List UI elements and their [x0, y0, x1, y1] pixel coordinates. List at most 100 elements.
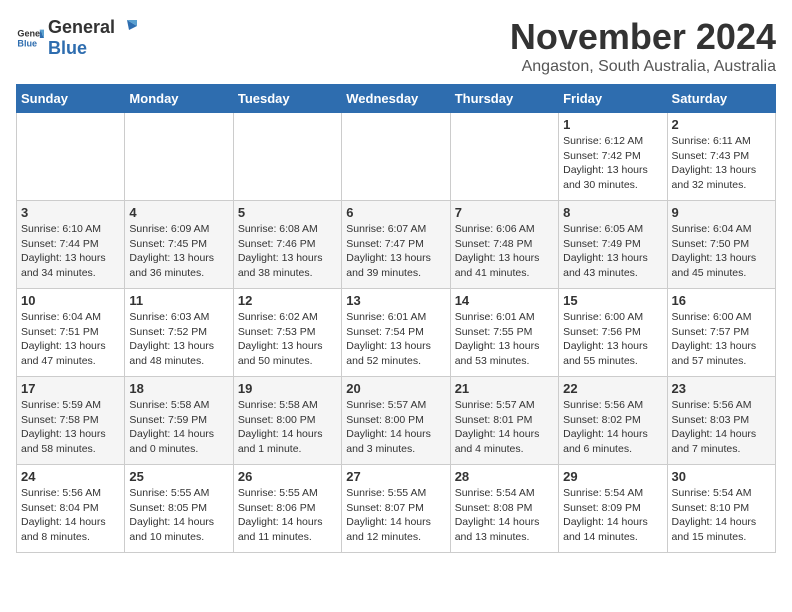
- calendar-cell: [17, 113, 125, 201]
- day-info: Sunrise: 5:57 AM Sunset: 8:01 PM Dayligh…: [455, 398, 554, 457]
- day-number: 23: [672, 381, 771, 396]
- day-info: Sunrise: 6:02 AM Sunset: 7:53 PM Dayligh…: [238, 310, 337, 369]
- calendar-cell: 6 Sunrise: 6:07 AM Sunset: 7:47 PM Daylig…: [342, 201, 450, 289]
- day-info: Sunrise: 5:54 AM Sunset: 8:10 PM Dayligh…: [672, 486, 771, 545]
- header-day-monday: Monday: [125, 85, 233, 113]
- logo-icon: General Blue: [16, 24, 44, 52]
- calendar-cell: 22 Sunrise: 5:56 AM Sunset: 8:02 PM Dayli…: [559, 377, 667, 465]
- day-number: 18: [129, 381, 228, 396]
- day-number: 24: [21, 469, 120, 484]
- day-number: 1: [563, 117, 662, 132]
- calendar-header-row: SundayMondayTuesdayWednesdayThursdayFrid…: [17, 85, 776, 113]
- day-number: 19: [238, 381, 337, 396]
- calendar-cell: 17Sunrise: 5:59 AM Sunset: 7:58 PM Dayli…: [17, 377, 125, 465]
- day-number: 3: [21, 205, 120, 220]
- calendar-cell: 29 Sunrise: 5:54 AM Sunset: 8:09 PM Dayli…: [559, 465, 667, 553]
- day-info: Sunrise: 6:00 AM Sunset: 7:56 PM Dayligh…: [563, 310, 662, 369]
- day-info: Sunrise: 5:55 AM Sunset: 8:06 PM Dayligh…: [238, 486, 337, 545]
- calendar-cell: 21 Sunrise: 5:57 AM Sunset: 8:01 PM Dayli…: [450, 377, 558, 465]
- calendar-cell: 12 Sunrise: 6:02 AM Sunset: 7:53 PM Dayli…: [233, 289, 341, 377]
- logo-bird-icon: [115, 16, 137, 38]
- calendar-cell: 1 Sunrise: 6:12 AM Sunset: 7:42 PM Daylig…: [559, 113, 667, 201]
- svg-text:Blue: Blue: [17, 38, 37, 48]
- title-area: November 2024 Angaston, South Australia,…: [510, 16, 776, 76]
- day-info: Sunrise: 5:58 AM Sunset: 7:59 PM Dayligh…: [129, 398, 228, 457]
- day-info: Sunrise: 5:57 AM Sunset: 8:00 PM Dayligh…: [346, 398, 445, 457]
- day-info: Sunrise: 6:01 AM Sunset: 7:55 PM Dayligh…: [455, 310, 554, 369]
- calendar-cell: 18 Sunrise: 5:58 AM Sunset: 7:59 PM Dayli…: [125, 377, 233, 465]
- header-day-saturday: Saturday: [667, 85, 775, 113]
- day-number: 7: [455, 205, 554, 220]
- calendar-cell: 4Sunrise: 6:09 AM Sunset: 7:45 PM Daylig…: [125, 201, 233, 289]
- day-info: Sunrise: 6:06 AM Sunset: 7:48 PM Dayligh…: [455, 222, 554, 281]
- day-number: 28: [455, 469, 554, 484]
- calendar-cell: 15 Sunrise: 6:00 AM Sunset: 7:56 PM Dayli…: [559, 289, 667, 377]
- day-info: Sunrise: 6:05 AM Sunset: 7:49 PM Dayligh…: [563, 222, 662, 281]
- calendar-cell: 9 Sunrise: 6:04 AM Sunset: 7:50 PM Daylig…: [667, 201, 775, 289]
- day-info: Sunrise: 6:11 AM Sunset: 7:43 PM Dayligh…: [672, 134, 771, 193]
- day-number: 30: [672, 469, 771, 484]
- calendar-cell: 10Sunrise: 6:04 AM Sunset: 7:51 PM Dayli…: [17, 289, 125, 377]
- calendar-table: SundayMondayTuesdayWednesdayThursdayFrid…: [16, 84, 776, 553]
- calendar-cell: 13Sunrise: 6:01 AM Sunset: 7:54 PM Dayli…: [342, 289, 450, 377]
- day-info: Sunrise: 6:00 AM Sunset: 7:57 PM Dayligh…: [672, 310, 771, 369]
- day-number: 14: [455, 293, 554, 308]
- day-info: Sunrise: 5:58 AM Sunset: 8:00 PM Dayligh…: [238, 398, 337, 457]
- day-number: 10: [21, 293, 120, 308]
- calendar-cell: 24 Sunrise: 5:56 AM Sunset: 8:04 PM Dayli…: [17, 465, 125, 553]
- day-info: Sunrise: 5:55 AM Sunset: 8:05 PM Dayligh…: [129, 486, 228, 545]
- day-info: Sunrise: 5:59 AM Sunset: 7:58 PM Dayligh…: [21, 398, 120, 457]
- day-number: 11: [129, 293, 228, 308]
- day-number: 6: [346, 205, 445, 220]
- month-title: November 2024: [510, 16, 776, 58]
- calendar-cell: 7 Sunrise: 6:06 AM Sunset: 7:48 PM Daylig…: [450, 201, 558, 289]
- calendar-cell: [233, 113, 341, 201]
- calendar-cell: [450, 113, 558, 201]
- day-info: Sunrise: 5:56 AM Sunset: 8:04 PM Dayligh…: [21, 486, 120, 545]
- calendar-cell: 11 Sunrise: 6:03 AM Sunset: 7:52 PM Dayli…: [125, 289, 233, 377]
- day-info: Sunrise: 6:12 AM Sunset: 7:42 PM Dayligh…: [563, 134, 662, 193]
- day-info: Sunrise: 5:56 AM Sunset: 8:03 PM Dayligh…: [672, 398, 771, 457]
- day-number: 9: [672, 205, 771, 220]
- calendar-cell: 16Sunrise: 6:00 AM Sunset: 7:57 PM Dayli…: [667, 289, 775, 377]
- calendar-cell: 26 Sunrise: 5:55 AM Sunset: 8:06 PM Dayli…: [233, 465, 341, 553]
- header-day-tuesday: Tuesday: [233, 85, 341, 113]
- day-number: 27: [346, 469, 445, 484]
- day-info: Sunrise: 6:04 AM Sunset: 7:50 PM Dayligh…: [672, 222, 771, 281]
- logo-blue-text: Blue: [48, 38, 87, 58]
- calendar-cell: 8 Sunrise: 6:05 AM Sunset: 7:49 PM Daylig…: [559, 201, 667, 289]
- calendar-cell: 14 Sunrise: 6:01 AM Sunset: 7:55 PM Dayli…: [450, 289, 558, 377]
- day-info: Sunrise: 5:54 AM Sunset: 8:09 PM Dayligh…: [563, 486, 662, 545]
- calendar-cell: 20 Sunrise: 5:57 AM Sunset: 8:00 PM Dayli…: [342, 377, 450, 465]
- week-row-4: 24 Sunrise: 5:56 AM Sunset: 8:04 PM Dayli…: [17, 465, 776, 553]
- day-info: Sunrise: 6:09 AM Sunset: 7:45 PM Dayligh…: [129, 222, 228, 281]
- day-info: Sunrise: 5:56 AM Sunset: 8:02 PM Dayligh…: [563, 398, 662, 457]
- calendar-cell: 2 Sunrise: 6:11 AM Sunset: 7:43 PM Daylig…: [667, 113, 775, 201]
- calendar-cell: 25 Sunrise: 5:55 AM Sunset: 8:05 PM Dayli…: [125, 465, 233, 553]
- calendar-cell: 3 Sunrise: 6:10 AM Sunset: 7:44 PM Daylig…: [17, 201, 125, 289]
- day-number: 22: [563, 381, 662, 396]
- day-number: 20: [346, 381, 445, 396]
- week-row-2: 10Sunrise: 6:04 AM Sunset: 7:51 PM Dayli…: [17, 289, 776, 377]
- day-number: 26: [238, 469, 337, 484]
- day-number: 15: [563, 293, 662, 308]
- week-row-0: 1 Sunrise: 6:12 AM Sunset: 7:42 PM Daylig…: [17, 113, 776, 201]
- day-number: 29: [563, 469, 662, 484]
- day-info: Sunrise: 6:07 AM Sunset: 7:47 PM Dayligh…: [346, 222, 445, 281]
- day-number: 21: [455, 381, 554, 396]
- calendar-cell: [125, 113, 233, 201]
- header-day-thursday: Thursday: [450, 85, 558, 113]
- day-info: Sunrise: 6:10 AM Sunset: 7:44 PM Dayligh…: [21, 222, 120, 281]
- day-number: 12: [238, 293, 337, 308]
- day-info: Sunrise: 6:03 AM Sunset: 7:52 PM Dayligh…: [129, 310, 228, 369]
- calendar-cell: 30 Sunrise: 5:54 AM Sunset: 8:10 PM Dayli…: [667, 465, 775, 553]
- day-number: 8: [563, 205, 662, 220]
- calendar-cell: 23 Sunrise: 5:56 AM Sunset: 8:03 PM Dayli…: [667, 377, 775, 465]
- header: General Blue General Blue November 2024 …: [16, 16, 776, 76]
- header-day-friday: Friday: [559, 85, 667, 113]
- day-number: 25: [129, 469, 228, 484]
- week-row-1: 3 Sunrise: 6:10 AM Sunset: 7:44 PM Daylig…: [17, 201, 776, 289]
- day-info: Sunrise: 6:01 AM Sunset: 7:54 PM Dayligh…: [346, 310, 445, 369]
- day-number: 2: [672, 117, 771, 132]
- header-day-wednesday: Wednesday: [342, 85, 450, 113]
